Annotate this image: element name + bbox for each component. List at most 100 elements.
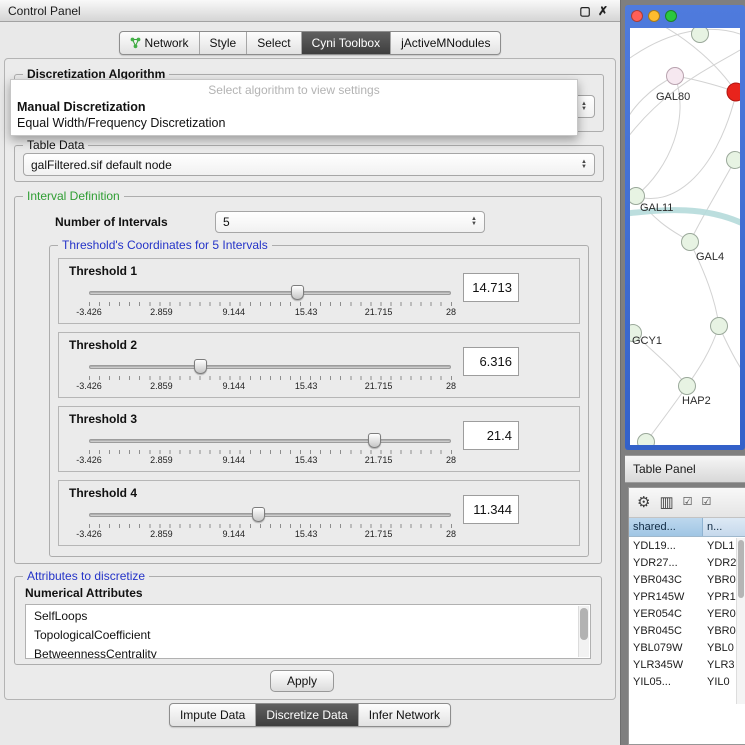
tab-discretize-data[interactable]: Discretize Data [256,704,358,726]
select-rows-checkbox-icon[interactable]: ☑ [702,497,712,508]
table-row[interactable]: YLR345W YLR3 [629,656,745,673]
table-row[interactable]: YER054C YER0 [629,605,745,622]
scale-label: 28 [430,381,472,391]
table-data-combobox[interactable]: galFiltered.sif default node ▲ ▼ [23,153,595,176]
bottom-tab-group: Impute Data Discretize Data Infer Networ… [169,703,451,727]
tab-impute-data[interactable]: Impute Data [170,704,256,726]
slider-scale: -3.4262.8599.14415.4321.71528 [68,455,472,465]
network-close-button[interactable] [631,10,643,22]
apply-button[interactable]: Apply [270,670,334,692]
slider-scale: -3.4262.8599.14415.4321.71528 [68,529,472,539]
scale-label: 2.859 [140,381,182,391]
network-node[interactable] [692,28,709,43]
node-label: GAL80 [656,91,690,103]
network-node[interactable] [727,152,741,169]
threshold-slider[interactable] [89,433,451,449]
slider-scale: -3.4262.8599.14415.4321.71528 [68,381,472,391]
table-row[interactable]: YDR27... YDR2 [629,554,745,571]
number-of-intervals-combobox[interactable]: 5 ▲ ▼ [215,211,485,233]
network-node[interactable] [682,234,699,251]
threshold-slider[interactable] [89,507,451,523]
attribute-item[interactable]: TopologicalCoefficient [26,626,590,645]
stepper-down-icon: ▼ [471,222,477,227]
popup-hint: Select algorithm to view settings [11,80,577,99]
scale-label: 21.715 [358,307,400,317]
scale-label: 9.144 [213,307,255,317]
scale-label: 21.715 [358,381,400,391]
network-minimize-button[interactable] [648,10,660,22]
list-scrollbar[interactable] [578,606,589,657]
columns-icon[interactable]: ▥ [659,495,673,510]
table-row[interactable]: YDL19... YDL1 [629,537,745,554]
attributes-group-title: Attributes to discretize [23,569,149,583]
slider-thumb[interactable] [368,433,381,448]
network-node[interactable] [679,378,696,395]
bottom-tab-bar: Impute Data Discretize Data Infer Networ… [0,703,620,727]
tab-label: Cyni Toolbox [312,36,380,50]
table-row[interactable]: YBR043C YBR0 [629,571,745,588]
threshold-label: Threshold 4 [69,486,137,500]
control-panel-tab-bar: Network Style Select Cyni Toolbox jActiv… [0,31,620,55]
popup-option-manual-discretization[interactable]: Manual Discretization [11,99,577,115]
highlighted-node[interactable] [727,83,740,101]
table-data-combobox-value: galFiltered.sif default node [31,158,172,172]
network-node[interactable] [638,434,655,446]
slider-track[interactable] [89,513,451,517]
popup-option-equal-width-frequency[interactable]: Equal Width/Frequency Discretization [11,115,577,135]
slider-thumb[interactable] [194,359,207,374]
slider-thumb[interactable] [252,507,265,522]
gear-icon[interactable]: ⚙ [637,495,650,510]
tab-label: Discretize Data [266,708,347,722]
table-scrollbar[interactable] [736,538,745,704]
threshold-label: Threshold 3 [69,412,137,426]
table-header-row: shared... n... [629,518,745,537]
threshold-value-field[interactable]: 11.344 [463,495,519,524]
attribute-item[interactable]: BetweennessCentrality [26,645,590,659]
threshold-panel: Threshold 4 -3.4262.8599.14415.4321.7152… [58,480,580,546]
slider-thumb[interactable] [291,285,304,300]
threshold-slider[interactable] [89,285,451,301]
scale-label: 28 [430,455,472,465]
attribute-item[interactable]: SelfLoops [26,607,590,626]
control-panel: Control Panel ▢ ✗ Network Style Select [0,0,621,745]
table-row[interactable]: YPR145W YPR1 [629,588,745,605]
network-zoom-button[interactable] [665,10,677,22]
slider-track[interactable] [89,365,451,369]
tab-group: Network Style Select Cyni Toolbox jActiv… [119,31,502,55]
scale-label: 28 [430,529,472,539]
table-row[interactable]: YIL05... YIL0 [629,673,745,690]
tab-network[interactable]: Network [120,32,200,54]
scale-label: 15.43 [285,381,327,391]
tab-select[interactable]: Select [247,32,301,54]
threshold-value-field[interactable]: 14.713 [463,273,519,302]
tab-jactivemnodules[interactable]: jActiveMNodules [391,32,500,54]
network-view-window: GAL80 GAL11 GAL4 GCY1 HAP2 [625,5,745,450]
select-columns-checkbox-icon[interactable]: ☑ [683,497,693,508]
column-header-shared-name[interactable]: shared... [629,518,703,536]
network-node[interactable] [711,318,728,335]
table-scrollbar-thumb[interactable] [738,540,744,598]
node-label: GAL4 [696,251,724,263]
cell-shared-name: YPR145W [629,591,703,603]
scale-label: -3.426 [68,381,110,391]
slider-ticks [89,524,452,528]
threshold-value-field[interactable]: 6.316 [463,347,519,376]
table-row[interactable]: YBL079W YBL0 [629,639,745,656]
scale-label: -3.426 [68,529,110,539]
interval-definition-group: Interval Definition Number of Intervals … [14,196,602,564]
column-header-name[interactable]: n... [703,518,745,536]
tab-cyni-toolbox[interactable]: Cyni Toolbox [302,32,391,54]
slider-track[interactable] [89,439,451,443]
threshold-value-field[interactable]: 21.4 [463,421,519,450]
slider-track[interactable] [89,291,451,295]
close-window-button[interactable]: ✗ [594,4,612,18]
list-scrollbar-thumb[interactable] [580,608,588,640]
table-row[interactable]: YBR045C YBR0 [629,622,745,639]
tab-style[interactable]: Style [200,32,248,54]
network-canvas[interactable]: GAL80 GAL11 GAL4 GCY1 HAP2 [630,28,740,445]
threshold-slider[interactable] [89,359,451,375]
tab-infer-network[interactable]: Infer Network [359,704,450,726]
scale-label: 9.144 [213,455,255,465]
network-node[interactable] [667,68,684,85]
float-window-button[interactable]: ▢ [576,4,594,18]
